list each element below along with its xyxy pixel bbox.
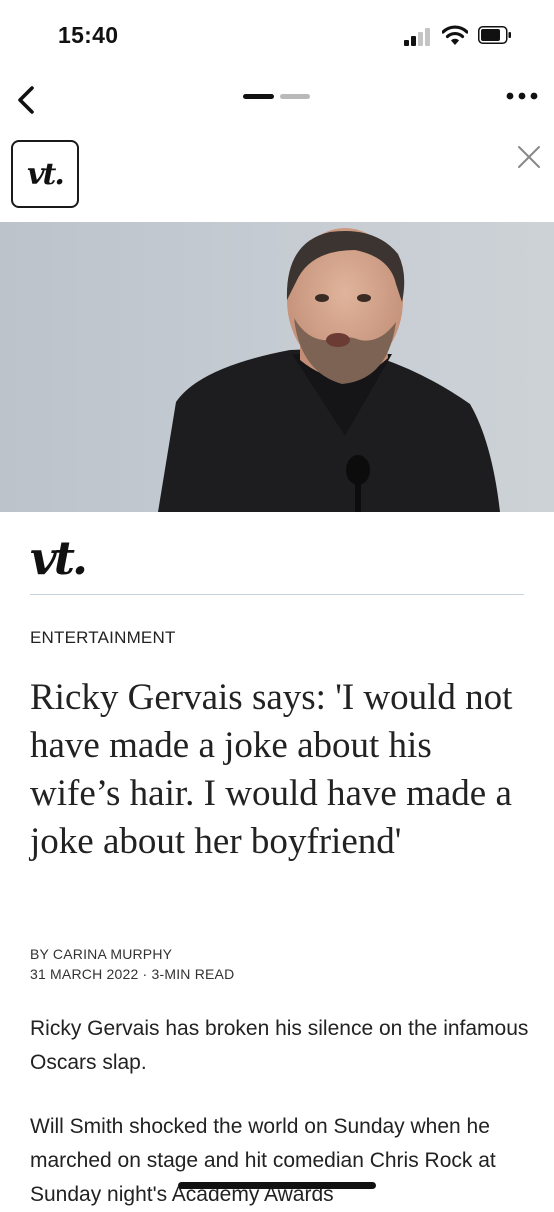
close-button[interactable] <box>514 142 544 172</box>
close-icon <box>518 146 540 168</box>
article-date: 31 MARCH 2022 <box>30 966 139 982</box>
home-indicator[interactable] <box>178 1182 376 1189</box>
page-indicator-active <box>243 94 274 99</box>
wifi-icon <box>441 24 469 46</box>
publication-logo: vt. <box>30 531 88 585</box>
page-indicator <box>243 94 313 102</box>
publication-logo-text: vt. <box>27 156 65 192</box>
status-time: 15:40 <box>58 22 119 48</box>
article-paragraph: Ricky Gervais has broken his silence on … <box>30 1017 529 1074</box>
hero-image <box>0 222 554 512</box>
publication-logo-badge[interactable]: vt. <box>11 140 79 208</box>
article-meta: 31 MARCH 2022 · 3-MIN READ <box>30 966 234 982</box>
chevron-left-icon <box>18 86 34 114</box>
status-bar: 15:40 <box>0 0 554 72</box>
article-headline: Ricky Gervais says: 'I would not have ma… <box>30 677 513 862</box>
cellular-signal-icon <box>404 28 434 46</box>
navigation-bar <box>0 72 554 128</box>
read-time: 3-MIN READ <box>151 966 235 982</box>
publication-banner: vt. <box>0 128 554 222</box>
back-button[interactable] <box>10 78 46 118</box>
meta-separator: · <box>142 966 148 982</box>
battery-icon <box>478 26 512 44</box>
more-horizontal-icon <box>506 92 538 100</box>
section-label[interactable]: ENTERTAINMENT <box>30 628 176 648</box>
more-button[interactable] <box>504 84 540 108</box>
article-byline: BY CARINA MURPHY <box>30 946 173 962</box>
page-indicator-inactive <box>280 94 310 99</box>
divider <box>30 594 524 595</box>
article-paragraph: Will Smith shocked the world on Sunday w… <box>30 1115 496 1206</box>
